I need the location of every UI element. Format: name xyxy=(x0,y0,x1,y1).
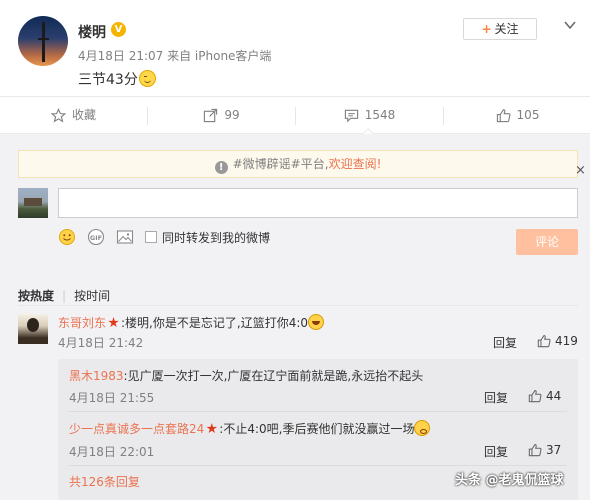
sort-by-hot[interactable]: 按热度 xyxy=(18,289,54,303)
author-avatar[interactable] xyxy=(18,16,68,66)
avatar-tower-crossbar xyxy=(38,38,49,40)
emoji-picker-icon[interactable] xyxy=(58,228,76,246)
submit-comment-button[interactable]: 评论 xyxy=(516,229,578,255)
sort-by-time[interactable]: 按时间 xyxy=(74,289,110,303)
comment-button[interactable]: 1548 xyxy=(296,97,443,134)
info-icon: ! xyxy=(214,161,228,174)
reply-item: 少一点真诚多一点套路24 :不止4:0吧,季后赛他们就没赢过一场 xyxy=(69,420,431,437)
post-text: 三节43分 xyxy=(78,69,156,89)
follow-label: 关注 xyxy=(494,22,519,36)
rumor-notice-banner: ! #微博辟谣#平台,欢迎查阅! × xyxy=(18,150,586,178)
reply-like-button[interactable]: 37 xyxy=(528,443,561,457)
comment-time: 4月18日 21:42 xyxy=(58,336,144,350)
comment-input[interactable] xyxy=(58,188,578,218)
reply-like-button[interactable]: 44 xyxy=(528,389,561,403)
reply-time: 4月18日 22:01 xyxy=(69,445,155,459)
star-badge-icon xyxy=(108,317,119,328)
reply-button[interactable]: 回复 xyxy=(484,443,508,460)
reply-time: 4月18日 21:55 xyxy=(69,391,155,405)
weibo-post: 楼明 V 4月18日 21:07 来自 iPhone客户端 三节43分 + 关注 xyxy=(0,0,590,96)
smile-emoji-icon xyxy=(138,70,156,87)
follow-button[interactable]: + 关注 xyxy=(463,18,537,40)
comment-icon xyxy=(344,109,358,123)
star-badge-icon xyxy=(206,423,218,434)
reply-like-count: 44 xyxy=(546,389,562,403)
comment-sort-bar: 按热度 | 按时间 xyxy=(18,287,110,304)
comment-item: 东哥刘东 :楼明,你是不是忘记了,辽篮打你4:0 xyxy=(58,314,325,331)
watermark: 头条 @老鬼侃篮球 xyxy=(455,473,564,488)
reply-text: :见广厦一次打一次,广厦在辽宁面前就是跪,永远抬不起头 xyxy=(123,369,424,383)
author-name[interactable]: 楼明 xyxy=(78,22,106,42)
thumbs-up-icon xyxy=(537,335,551,348)
sort-divider: | xyxy=(62,289,67,303)
repost-button[interactable]: 99 xyxy=(148,97,295,134)
notice-link[interactable]: 欢迎查阅! xyxy=(329,157,382,171)
post-text-content: 三节43分 xyxy=(78,72,138,88)
reply-divider xyxy=(69,411,567,412)
comment-like-count: 419 xyxy=(555,334,578,348)
favorite-label: 收藏 xyxy=(71,108,96,122)
close-icon[interactable]: × xyxy=(575,158,586,184)
reply-button[interactable]: 回复 xyxy=(493,334,517,351)
like-count: 105 xyxy=(516,108,540,122)
reply-divider xyxy=(69,465,567,466)
like-button[interactable]: 105 xyxy=(444,97,590,134)
gif-icon[interactable]: GIF xyxy=(87,228,105,246)
commenter-avatar[interactable] xyxy=(18,314,48,344)
comment-section: ! #微博辟谣#平台,欢迎查阅! × GIF 同时转发到我的微博 评论 按热度 | 按… xyxy=(0,134,590,500)
reply-user-name[interactable]: 黑木1983 xyxy=(69,369,124,383)
avatar-tower-shape xyxy=(42,22,45,62)
post-action-bar: 收藏 99 1548 105 xyxy=(0,96,590,134)
plus-icon: + xyxy=(481,22,492,36)
reply-button[interactable]: 回复 xyxy=(484,389,508,406)
repost-count: 99 xyxy=(224,108,240,122)
comment-count: 1548 xyxy=(364,108,396,122)
more-replies-link[interactable]: 共126条回复 xyxy=(69,473,140,490)
laugh-cry-emoji-icon xyxy=(308,314,325,330)
comment-like-button[interactable]: 419 xyxy=(537,334,578,348)
thumbs-up-icon xyxy=(528,444,542,457)
svg-text:GIF: GIF xyxy=(90,234,102,242)
star-icon xyxy=(50,108,67,123)
whistle-emoji-icon xyxy=(414,420,431,436)
image-icon[interactable] xyxy=(116,228,134,246)
thumbs-up-icon xyxy=(528,390,542,403)
comment-text: :楼明,你是不是忘记了,辽篮打你4:0 xyxy=(121,316,309,330)
notice-text: #微博辟谣#平台, xyxy=(232,157,329,171)
repost-checkbox-label[interactable]: 同时转发到我的微博 xyxy=(162,229,270,246)
thumbs-up-icon xyxy=(496,109,511,123)
verified-badge-icon: V xyxy=(111,22,126,37)
favorite-button[interactable]: 收藏 xyxy=(0,97,147,134)
my-avatar xyxy=(18,188,48,218)
reply-text: :不止4:0吧,季后赛他们就没赢过一场 xyxy=(219,422,415,436)
sort-divider-line xyxy=(18,305,578,306)
commenter-name[interactable]: 东哥刘东 xyxy=(58,316,106,330)
chevron-down-icon[interactable] xyxy=(563,18,577,32)
repost-icon xyxy=(204,108,218,123)
repost-checkbox[interactable] xyxy=(145,231,157,243)
reply-user-name[interactable]: 少一点真诚多一点套路24 xyxy=(69,422,204,436)
reply-like-count: 37 xyxy=(546,443,562,457)
post-meta: 4月18日 21:07 来自 iPhone客户端 xyxy=(78,49,272,63)
reply-item: 黑木1983:见广厦一次打一次,广厦在辽宁面前就是跪,永远抬不起头 xyxy=(69,367,423,384)
